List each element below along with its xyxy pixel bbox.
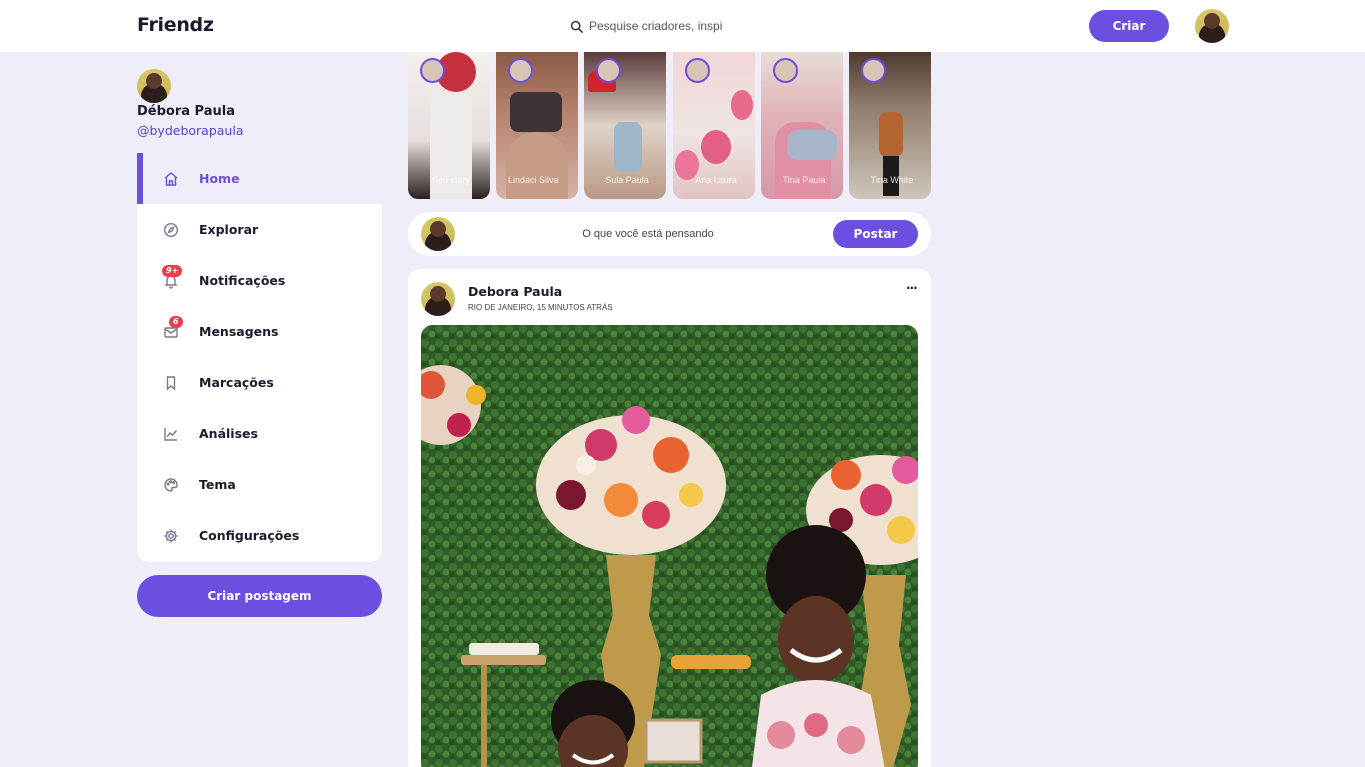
sidebar-item-marcacoes[interactable]: Marcações [137, 357, 382, 408]
profile-avatar[interactable] [137, 69, 171, 103]
compass-icon [163, 222, 179, 237]
sidebar-item-analises[interactable]: Análises [137, 408, 382, 459]
top-navbar: Friendz Criar [0, 0, 1365, 52]
story-avatar [596, 58, 621, 83]
gear-icon [164, 529, 178, 542]
post-author-avatar[interactable] [421, 282, 455, 316]
story-name: Tina White [870, 175, 914, 185]
story-card[interactable]: Tina White [849, 52, 931, 199]
sidebar-item-label: Notificações [199, 273, 286, 288]
create-button[interactable]: Criar [1089, 10, 1169, 42]
user-avatar[interactable] [1195, 9, 1229, 43]
story-name: Seu story [431, 175, 471, 185]
sidebar-item-notificacoes[interactable]: 9+ Notificações [137, 255, 382, 306]
profile-handle[interactable]: @bydeborapaula [137, 123, 244, 138]
bookmark-icon [166, 375, 176, 391]
palette-icon [164, 477, 178, 492]
story-name: Sula Paula [605, 175, 649, 185]
post-location-time: RIO DE JANEIRO, 15 MINUTOS ATRÁS [468, 303, 613, 312]
story-avatar [508, 58, 533, 83]
post-image[interactable] [421, 325, 918, 767]
sidebar-menu: Home Explorar 9+ Notificações 6 Mensagen… [137, 153, 382, 562]
sidebar-item-label: Explorar [199, 222, 259, 237]
home-icon [164, 171, 178, 186]
story-name: Tina Paula [782, 175, 826, 185]
party-photo [421, 325, 918, 767]
create-post-button[interactable]: Criar postagem [137, 575, 382, 617]
story-name: Lindaci Silva [508, 175, 559, 185]
search-input[interactable] [589, 19, 789, 33]
sidebar-item-mensagens[interactable]: 6 Mensagens [137, 306, 382, 357]
story-card[interactable]: Ana Laura [673, 52, 755, 199]
composer-input[interactable] [468, 224, 828, 244]
story-card[interactable]: Sula Paula [584, 52, 666, 199]
chart-icon [164, 427, 178, 441]
app-logo[interactable]: Friendz [137, 14, 214, 36]
story-name: Ana Laura [695, 175, 737, 185]
post-composer: Postar [408, 212, 931, 256]
sidebar-item-label: Tema [199, 477, 236, 492]
sidebar-item-label: Mensagens [199, 324, 279, 339]
sidebar-item-label: Home [199, 171, 240, 186]
post-author[interactable]: Debora Paula [468, 284, 562, 299]
story-card[interactable]: Seu story [408, 52, 490, 199]
story-avatar [861, 58, 886, 83]
search-icon [570, 20, 583, 33]
story-avatar [420, 58, 445, 83]
sidebar-item-label: Marcações [199, 375, 274, 390]
story-avatar [685, 58, 710, 83]
more-options-icon[interactable]: ··· [906, 281, 918, 295]
sidebar-item-home[interactable]: Home [137, 153, 382, 204]
sidebar-item-configuracoes[interactable]: Configurações [137, 510, 382, 561]
message-badge: 6 [169, 316, 183, 328]
composer-avatar [421, 217, 455, 251]
feed-post: Debora Paula RIO DE JANEIRO, 15 MINUTOS … [408, 269, 931, 767]
profile-name: Débora Paula [137, 104, 235, 119]
sidebar-item-explorar[interactable]: Explorar [137, 204, 382, 255]
story-card[interactable]: Tina Paula [761, 52, 843, 199]
sidebar-item-tema[interactable]: Tema [137, 459, 382, 510]
notification-badge: 9+ [162, 265, 183, 277]
story-avatar [773, 58, 798, 83]
sidebar-item-label: Configurações [199, 528, 300, 543]
sidebar-item-label: Análises [199, 426, 258, 441]
search-bar[interactable] [570, 14, 800, 38]
post-button[interactable]: Postar [833, 220, 918, 248]
story-card[interactable]: Lindaci Silva [496, 52, 578, 199]
